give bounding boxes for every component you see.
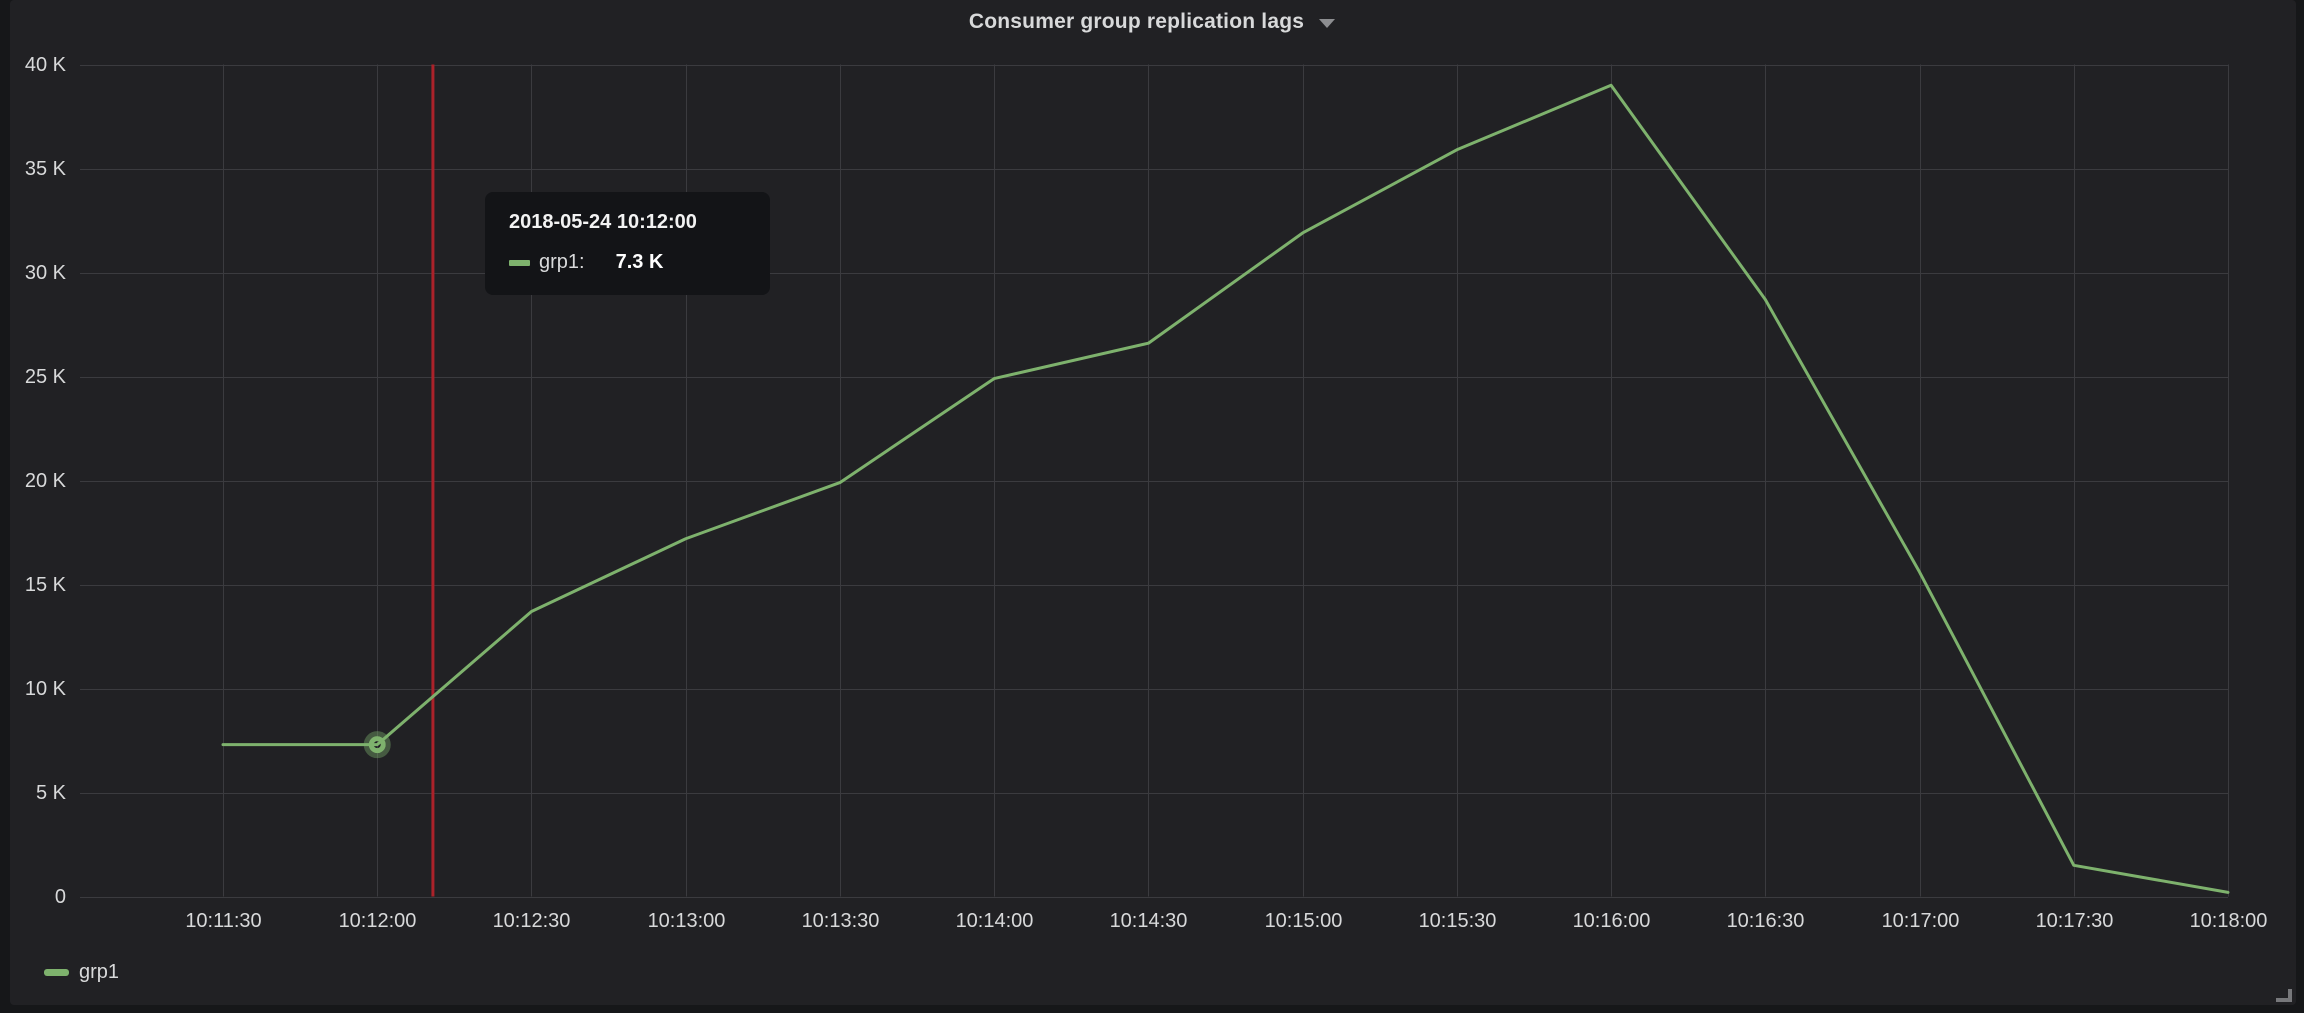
x-axis-tick-label: 10:11:30 [154, 908, 294, 934]
x-axis-tick-label: 10:14:00 [925, 908, 1065, 934]
legend: grp1 [44, 961, 119, 984]
x-axis-tick-label: 10:18:00 [2159, 908, 2299, 934]
x-axis-tick-label: 10:15:00 [1234, 908, 1374, 934]
x-axis-tick-label: 10:16:30 [1696, 908, 1836, 934]
x-axis-tick-label: 10:12:00 [308, 908, 448, 934]
x-axis: 10:11:30 10:12:00 10:12:30 10:13:00 10:13:30… [0, 0, 2304, 1013]
x-axis-tick-label: 10:16:00 [1542, 908, 1682, 934]
legend-label: grp1 [79, 961, 119, 984]
legend-item-grp1[interactable]: grp1 [44, 961, 119, 984]
chevron-down-icon [1319, 19, 1335, 28]
grafana-page: { "panel": { "title": "Consumer group re… [0, 0, 2304, 1013]
x-axis-tick-label: 10:12:30 [462, 908, 602, 934]
panel-title: Consumer group replication lags [969, 10, 1304, 34]
panel-resize-handle[interactable] [2276, 989, 2292, 1002]
x-axis-tick-label: 10:14:30 [1079, 908, 1219, 934]
x-axis-tick-label: 10:15:30 [1388, 908, 1528, 934]
panel-header[interactable]: Consumer group replication lags [0, 0, 2304, 44]
x-axis-tick-label: 10:17:30 [2005, 908, 2145, 934]
x-axis-tick-label: 10:13:00 [617, 908, 757, 934]
legend-color-dash-icon [44, 969, 69, 976]
x-axis-tick-label: 10:13:30 [771, 908, 911, 934]
x-axis-tick-label: 10:17:00 [1851, 908, 1991, 934]
